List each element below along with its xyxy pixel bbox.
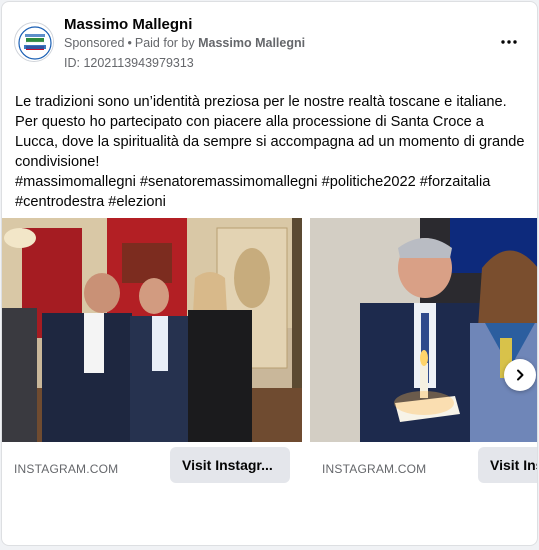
carousel-card[interactable]: INSTAGRAM.COM Visit Ins — [310, 218, 537, 488]
post-header: Massimo Mallegni Sponsored • Paid for by M… — [2, 2, 537, 78]
carousel-next-button[interactable] — [504, 359, 536, 391]
visit-instagram-button[interactable]: Visit Ins — [478, 447, 537, 483]
sponsored-line: Sponsored • Paid for by Massimo Mallegni — [64, 36, 306, 50]
ad-post-card: Massimo Mallegni Sponsored • Paid for by M… — [1, 1, 538, 546]
photo-group-indoor — [2, 218, 302, 442]
carousel-image[interactable] — [2, 218, 302, 442]
avatar[interactable] — [14, 22, 54, 62]
link-domain: INSTAGRAM.COM — [14, 462, 119, 476]
carousel-card[interactable]: INSTAGRAM.COM Visit Instagr... — [2, 218, 302, 488]
paid-by-name: Massimo Mallegni — [198, 36, 306, 50]
post-hashtags[interactable]: #massimomallegni #senatoremassimomallegn… — [15, 172, 527, 212]
visit-instagram-button[interactable]: Visit Instagr... — [170, 447, 290, 483]
author-name[interactable]: Massimo Mallegni — [64, 16, 192, 33]
link-domain: INSTAGRAM.COM — [322, 462, 427, 476]
carousel-image[interactable] — [310, 218, 537, 442]
post-text: Le tradizioni sono un’identità preziosa … — [15, 94, 525, 170]
sponsored-label: Sponsored — [64, 36, 125, 50]
photo-candle-procession — [310, 218, 537, 442]
carousel: INSTAGRAM.COM Visit Instagr... INSTAGRAM… — [2, 218, 537, 488]
more-options-icon — [501, 40, 517, 44]
more-options-button[interactable] — [495, 28, 523, 56]
paid-for-label: Paid for by — [134, 36, 195, 50]
carousel-card-footer: INSTAGRAM.COM Visit Instagr... — [2, 442, 302, 488]
forza-italia-logo-icon — [16, 24, 53, 61]
chevron-right-icon — [517, 369, 524, 381]
ad-id: ID: 1202113943979313 — [64, 56, 194, 70]
carousel-card-footer: INSTAGRAM.COM Visit Ins — [310, 442, 537, 488]
